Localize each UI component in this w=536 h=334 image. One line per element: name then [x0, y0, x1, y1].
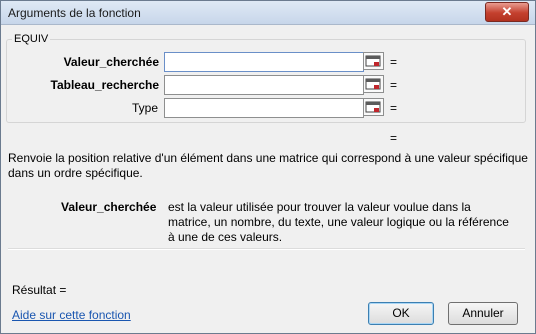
collapse-dialog-button-2[interactable] [363, 75, 384, 93]
arg-value-2: = nombre [390, 78, 442, 92]
window-title: Arguments de la fonction [8, 6, 141, 20]
function-name: EQUIV [12, 33, 51, 45]
close-button[interactable]: ✕ [485, 2, 529, 22]
divider [8, 248, 525, 250]
arg-value-1: = quelconque [390, 55, 464, 69]
arg-label-type: Type [131, 101, 158, 115]
help-link[interactable]: Aide sur cette fonction [12, 308, 131, 322]
title-bar[interactable]: Arguments de la fonction ✕ [1, 1, 535, 25]
range-select-icon [365, 78, 381, 90]
function-description: Renvoie la position relative d'un élémen… [8, 151, 528, 180]
arg-input-type[interactable] [164, 98, 364, 118]
range-select-icon [365, 101, 381, 113]
arg-value-3: = nombre [390, 101, 442, 115]
collapse-dialog-button-1[interactable] [363, 52, 384, 70]
arg-input-valeur-cherchee[interactable] [164, 52, 364, 72]
arg-label-valeur-cherchee: Valeur_cherchée [63, 55, 159, 69]
argument-help-text: est la valeur utilisée pour trouver la v… [168, 200, 509, 244]
result-label: Résultat = [12, 283, 67, 297]
arg-label-tableau-recherche: Tableau_recherche [50, 78, 160, 92]
cancel-button[interactable]: Annuler [448, 302, 518, 325]
function-result-equals: = [390, 131, 398, 145]
range-select-icon [365, 55, 381, 67]
function-arguments-dialog: Arguments de la fonction ✕ EQUIV Valeur_… [0, 0, 536, 334]
ok-button[interactable]: OK [368, 302, 434, 325]
arg-input-tableau-recherche[interactable] [164, 75, 364, 95]
collapse-dialog-button-3[interactable] [363, 98, 384, 116]
argument-help-name: Valeur_cherchée [61, 200, 157, 214]
